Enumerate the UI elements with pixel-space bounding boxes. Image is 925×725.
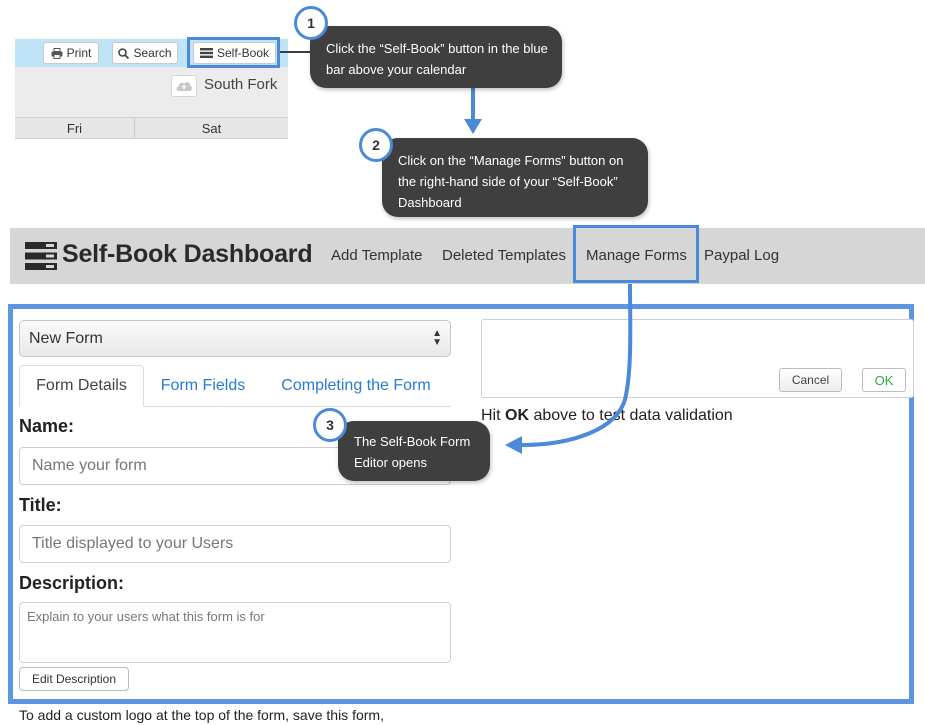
callout-step-3: The Self-Book Form Editor opens xyxy=(338,421,490,481)
callout-step-1: Click the “Self-Book” button in the blue… xyxy=(310,26,562,88)
arrow-head-step3 xyxy=(505,436,522,454)
step-1-badge: 1 xyxy=(294,6,328,40)
step-3-badge: 3 xyxy=(313,408,347,442)
callout-step-2: Click on the “Manage Forms” button on th… xyxy=(382,138,648,217)
connector-arrows xyxy=(280,51,633,454)
arrow-head-step2 xyxy=(464,119,482,134)
step-2-badge: 2 xyxy=(359,128,393,162)
arrow-step2-to-step3 xyxy=(521,283,633,447)
